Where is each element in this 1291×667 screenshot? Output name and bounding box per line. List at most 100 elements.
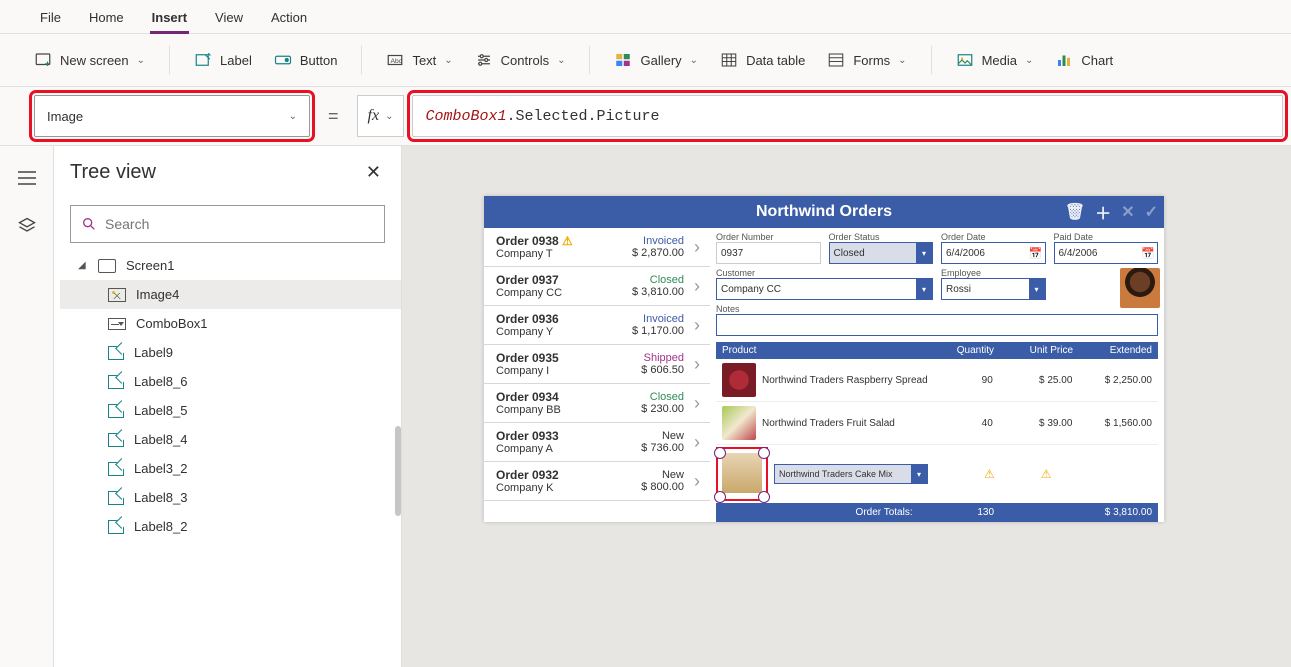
paid-date-value: 6/4/2006 bbox=[1059, 248, 1098, 259]
order-row[interactable]: Order 0938 ⚠Company T Invoiced$ 2,870.00… bbox=[484, 228, 710, 267]
col-quantity: Quantity bbox=[933, 345, 994, 356]
app-title-text: Northwind Orders bbox=[756, 203, 892, 221]
tree-node-label: Image4 bbox=[136, 287, 179, 302]
tree-node-label8-4[interactable]: Label8_4 bbox=[60, 425, 401, 454]
customer-dropdown[interactable]: Company CC▾ bbox=[716, 278, 933, 300]
label-paid-date: Paid Date bbox=[1054, 232, 1159, 242]
cancel-icon[interactable]: ✕ bbox=[1121, 202, 1134, 222]
hamburger-icon[interactable] bbox=[13, 164, 41, 192]
order-status-dropdown[interactable]: Closed▾ bbox=[829, 242, 934, 264]
image-icon bbox=[108, 288, 126, 302]
property-dropdown[interactable]: Image ⌄ bbox=[34, 95, 310, 137]
confirm-icon[interactable]: ✓ bbox=[1145, 202, 1158, 222]
product-name: Northwind Traders Raspberry Spread bbox=[762, 375, 930, 386]
menu-insert[interactable]: Insert bbox=[150, 6, 189, 29]
product-unit: $ 39.00 bbox=[997, 418, 1073, 429]
insert-media-button[interactable]: Media ⌄ bbox=[956, 51, 1034, 69]
insert-label-button[interactable]: Label bbox=[194, 51, 252, 69]
media-icon bbox=[956, 51, 974, 69]
label-order-date: Order Date bbox=[941, 232, 1046, 242]
tree-node-label8-3[interactable]: Label8_3 bbox=[60, 483, 401, 512]
tree-search[interactable] bbox=[70, 205, 385, 243]
insert-label-label: Label bbox=[220, 53, 252, 68]
tree-list: ◢ Screen1 Image4 ComboBox1 Label9 Label8… bbox=[54, 251, 401, 667]
tree-node-label3-2[interactable]: Label3_2 bbox=[60, 454, 401, 483]
chevron-down-icon: ▾ bbox=[911, 465, 927, 483]
menu-file[interactable]: File bbox=[38, 6, 63, 29]
resize-handle-tl[interactable] bbox=[714, 447, 726, 459]
product-row[interactable]: Northwind Traders Fruit Salad 40 $ 39.00… bbox=[716, 402, 1158, 445]
trash-icon[interactable]: 🗑 bbox=[1065, 202, 1085, 222]
insert-forms-label: Forms bbox=[853, 53, 890, 68]
notes-input[interactable] bbox=[716, 314, 1158, 336]
resize-handle-br[interactable] bbox=[758, 491, 770, 503]
employee-dropdown[interactable]: Rossi▾ bbox=[941, 278, 1046, 300]
paid-date-input[interactable]: 6/4/2006 📅 bbox=[1054, 242, 1159, 264]
menu-view[interactable]: View bbox=[213, 6, 245, 29]
order-row[interactable]: Order 0937 Company CC Closed$ 3,810.00 › bbox=[484, 267, 710, 306]
new-screen-label: New screen bbox=[60, 53, 129, 68]
selected-image-preview[interactable] bbox=[722, 453, 762, 493]
new-screen-button[interactable]: New screen ⌄ bbox=[34, 51, 145, 69]
separator bbox=[169, 46, 170, 74]
product-combo[interactable]: Northwind Traders Cake Mix ▾ bbox=[774, 464, 928, 484]
resize-handle-bl[interactable] bbox=[714, 491, 726, 503]
fx-button[interactable]: fx ⌄ bbox=[357, 95, 405, 137]
tree-view-panel: Tree view ✕ ◢ Screen1 Image4 ComboBox1 bbox=[54, 146, 402, 667]
menu-home[interactable]: Home bbox=[87, 6, 126, 29]
label-icon bbox=[108, 404, 124, 418]
product-image bbox=[722, 363, 756, 397]
left-rail bbox=[0, 146, 54, 667]
chevron-down-icon: ⌄ bbox=[1025, 55, 1033, 66]
chevron-down-icon: ⌄ bbox=[385, 111, 393, 122]
formula-token-object: ComboBox1 bbox=[425, 108, 506, 125]
chevron-right-icon: › bbox=[694, 276, 700, 297]
separator bbox=[361, 46, 362, 74]
order-row[interactable]: Order 0934 Company BB Closed$ 230.00 › bbox=[484, 384, 710, 423]
close-icon[interactable]: ✕ bbox=[362, 158, 385, 187]
tree-node-label8-5[interactable]: Label8_5 bbox=[60, 396, 401, 425]
product-row[interactable]: Northwind Traders Raspberry Spread 90 $ … bbox=[716, 359, 1158, 402]
employee-value: Rossi bbox=[946, 284, 971, 295]
tree-node-label: Label8_4 bbox=[134, 432, 188, 447]
menu-action[interactable]: Action bbox=[269, 6, 309, 29]
add-icon[interactable]: ＋ bbox=[1095, 200, 1111, 224]
product-ext: $ 2,250.00 bbox=[1076, 375, 1152, 386]
insert-chart-button[interactable]: Chart bbox=[1055, 51, 1113, 69]
insert-datatable-button[interactable]: Data table bbox=[720, 51, 805, 69]
tree-node-label8-6[interactable]: Label8_6 bbox=[60, 367, 401, 396]
expand-icon[interactable]: ◢ bbox=[78, 260, 88, 271]
tree-node-screen1[interactable]: ◢ Screen1 bbox=[60, 251, 401, 280]
order-detail: Order Number 0937 Order Status Closed▾ O… bbox=[710, 228, 1164, 522]
tree-node-label8-2[interactable]: Label8_2 bbox=[60, 512, 401, 541]
chevron-down-icon: ▾ bbox=[916, 243, 932, 263]
tree-node-label9[interactable]: Label9 bbox=[60, 338, 401, 367]
design-canvas[interactable]: Northwind Orders 🗑 ＋ ✕ ✓ Order 0938 ⚠Com… bbox=[402, 146, 1291, 667]
calendar-icon: 📅 bbox=[1141, 247, 1155, 260]
order-row[interactable]: Order 0932 Company K New$ 800.00 › bbox=[484, 462, 710, 501]
product-name: Northwind Traders Fruit Salad bbox=[762, 418, 930, 429]
insert-button-button[interactable]: Button bbox=[274, 51, 338, 69]
insert-forms-button[interactable]: Forms ⌄ bbox=[827, 51, 906, 69]
insert-controls-label: Controls bbox=[501, 53, 549, 68]
order-row[interactable]: Order 0933 Company A New$ 736.00 › bbox=[484, 423, 710, 462]
order-date-input[interactable]: 6/4/2006📅 bbox=[941, 242, 1046, 264]
insert-controls-button[interactable]: Controls ⌄ bbox=[475, 51, 566, 69]
tree-search-input[interactable] bbox=[105, 216, 374, 232]
insert-chart-label: Chart bbox=[1081, 53, 1113, 68]
tree-node-image4[interactable]: Image4 bbox=[60, 280, 401, 309]
order-row[interactable]: Order 0935 Company I Shipped$ 606.50 › bbox=[484, 345, 710, 384]
scrollbar-thumb[interactable] bbox=[395, 426, 401, 516]
chevron-right-icon: › bbox=[694, 237, 700, 258]
order-row[interactable]: Order 0936 Company Y Invoiced$ 1,170.00 … bbox=[484, 306, 710, 345]
order-number-input[interactable]: 0937 bbox=[716, 242, 821, 264]
insert-text-button[interactable]: Abc Text ⌄ bbox=[386, 51, 452, 69]
separator bbox=[589, 46, 590, 74]
formula-input[interactable]: ComboBox1.Selected.Picture bbox=[412, 95, 1283, 137]
layers-icon[interactable] bbox=[13, 212, 41, 240]
insert-gallery-button[interactable]: Gallery ⌄ bbox=[614, 51, 698, 69]
resize-handle-tr[interactable] bbox=[758, 447, 770, 459]
formula-bar: Image ⌄ = fx ⌄ ComboBox1.Selected.Pictur… bbox=[0, 87, 1291, 146]
tree-node-combobox1[interactable]: ComboBox1 bbox=[60, 309, 401, 338]
app-title-bar: Northwind Orders 🗑 ＋ ✕ ✓ bbox=[484, 196, 1164, 228]
